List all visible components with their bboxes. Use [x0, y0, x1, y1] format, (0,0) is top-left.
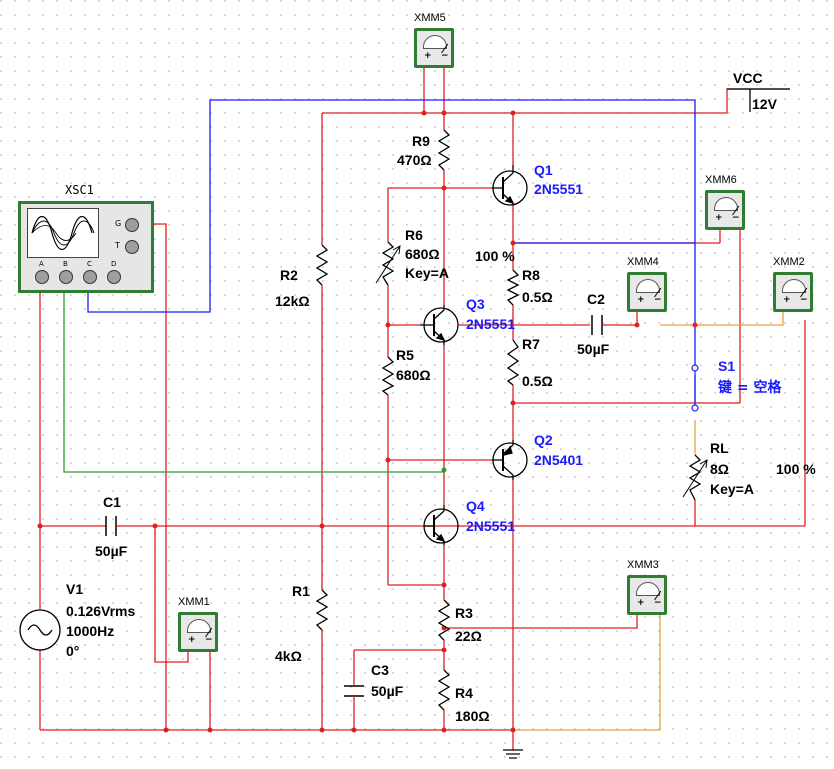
xmm6-minus-label: − [732, 213, 740, 223]
multimeter-xmm6[interactable]: + − [705, 190, 745, 230]
schematic-canvas [0, 0, 834, 769]
q2-part-label: 2N5401 [534, 452, 584, 468]
v1-amplitude-label: 0.126Vrms [66, 603, 136, 619]
rl-name-label: RL [710, 440, 729, 456]
meter-dial-icon [187, 619, 213, 638]
s1-name-label: S1 [718, 358, 736, 374]
r5-value-label: 680Ω [396, 367, 431, 383]
xmm3-plus-label: + [637, 598, 645, 608]
v1-frequency-label: 1000Hz [66, 623, 115, 639]
xsc1-label: XSC1 [65, 183, 94, 197]
q1-name-label: Q1 [534, 162, 553, 178]
vcc-name-label: VCC [733, 70, 763, 86]
r4-value-label: 180Ω [455, 708, 490, 724]
q3-name-label: Q3 [466, 296, 485, 312]
xmm6-label: XMM6 [705, 174, 737, 186]
r6-key-label: Key=A [405, 265, 449, 281]
scope-channel-b-label: B [63, 260, 68, 268]
r2-value-label: 12kΩ [275, 293, 310, 309]
meter-dial-icon [714, 197, 740, 216]
xmm4-plus-label: + [637, 295, 645, 305]
xmm3-minus-label: − [654, 598, 662, 608]
r3-value-label: 22Ω [455, 628, 482, 644]
xmm5-label: XMM5 [414, 12, 446, 24]
q4-name-label: Q4 [466, 498, 485, 514]
xmm2-label: XMM2 [773, 256, 805, 268]
multimeter-xmm1[interactable]: + − [178, 612, 218, 652]
multimeter-xmm5[interactable]: + − [414, 28, 454, 68]
c2-value-label: 50µF [577, 341, 610, 357]
r7-name-label: R7 [522, 336, 540, 352]
xmm2-minus-label: − [800, 295, 808, 305]
rl-key-label: Key=A [710, 481, 754, 497]
rl-value-label: 8Ω [710, 461, 730, 477]
r9-name-label: R9 [412, 133, 430, 149]
scope-channel-a-terminal[interactable] [35, 270, 49, 284]
meter-dial-icon [423, 35, 449, 54]
multimeter-xmm2[interactable]: + − [773, 272, 813, 312]
xmm2-plus-label: + [783, 295, 791, 305]
xmm4-minus-label: − [654, 295, 662, 305]
multimeter-xmm4[interactable]: + − [627, 272, 667, 312]
r1-value-label: 4kΩ [275, 648, 302, 664]
q3-part-label: 2N5551 [466, 316, 516, 332]
c1-name-label: C1 [103, 494, 121, 510]
c3-name-label: C3 [371, 662, 389, 678]
r2-name-label: R2 [280, 267, 298, 283]
xmm1-label: XMM1 [178, 596, 210, 608]
scope-t-terminal[interactable] [125, 240, 139, 254]
meter-dial-icon [636, 279, 662, 298]
s1-key-label: 键 = 空格 [718, 380, 782, 396]
vcc-value-label: 12V [752, 96, 777, 112]
xmm3-label: XMM3 [627, 559, 659, 571]
xmm5-plus-label: + [424, 51, 432, 61]
scope-g-terminal[interactable] [125, 218, 139, 232]
r3-name-label: R3 [455, 605, 473, 621]
r9-value-label: 470Ω [397, 152, 432, 168]
r5-name-label: R5 [396, 347, 414, 363]
multimeter-xmm3[interactable]: + − [627, 575, 667, 615]
xmm1-minus-label: − [205, 635, 213, 645]
scope-channel-c-terminal[interactable] [83, 270, 97, 284]
rl-percent-label: 100 % [776, 461, 816, 477]
scope-channel-d-label: D [111, 260, 117, 268]
r7-value-label: 0.5Ω [522, 373, 553, 389]
scope-channel-a-label: A [39, 260, 44, 268]
junction-green [441, 467, 447, 473]
r1-name-label: R1 [292, 583, 310, 599]
c1-value-label: 50µF [95, 543, 128, 559]
r6-percent-label: 100 % [475, 248, 515, 264]
q4-part-label: 2N5551 [466, 518, 516, 534]
c2-name-label: C2 [587, 291, 605, 307]
meter-dial-icon [636, 582, 662, 601]
oscilloscope-xsc1[interactable]: A B C D G T [18, 201, 154, 293]
meter-dial-icon [782, 279, 808, 298]
q2-name-label: Q2 [534, 432, 553, 448]
v1-phase-label: 0° [66, 643, 80, 659]
scope-channel-d-terminal[interactable] [107, 270, 121, 284]
v1-name-label: V1 [66, 581, 84, 597]
scope-g-label: G [115, 219, 122, 228]
xmm5-minus-label: − [441, 51, 449, 61]
r4-name-label: R4 [455, 685, 473, 701]
c3-value-label: 50µF [371, 683, 404, 699]
scope-screen [27, 208, 99, 258]
q1-part-label: 2N5551 [534, 181, 584, 197]
xmm1-plus-label: + [188, 635, 196, 645]
scope-channel-b-terminal[interactable] [59, 270, 73, 284]
xmm6-plus-label: + [715, 213, 723, 223]
r8-value-label: 0.5Ω [522, 289, 553, 305]
xmm4-label: XMM4 [627, 256, 659, 268]
scope-t-label: T [115, 241, 120, 250]
r6-name-label: R6 [405, 227, 423, 243]
grid-background [0, 0, 834, 769]
r8-name-label: R8 [522, 267, 540, 283]
r6-value-label: 680Ω [405, 246, 440, 262]
scope-channel-c-label: C [87, 260, 92, 268]
